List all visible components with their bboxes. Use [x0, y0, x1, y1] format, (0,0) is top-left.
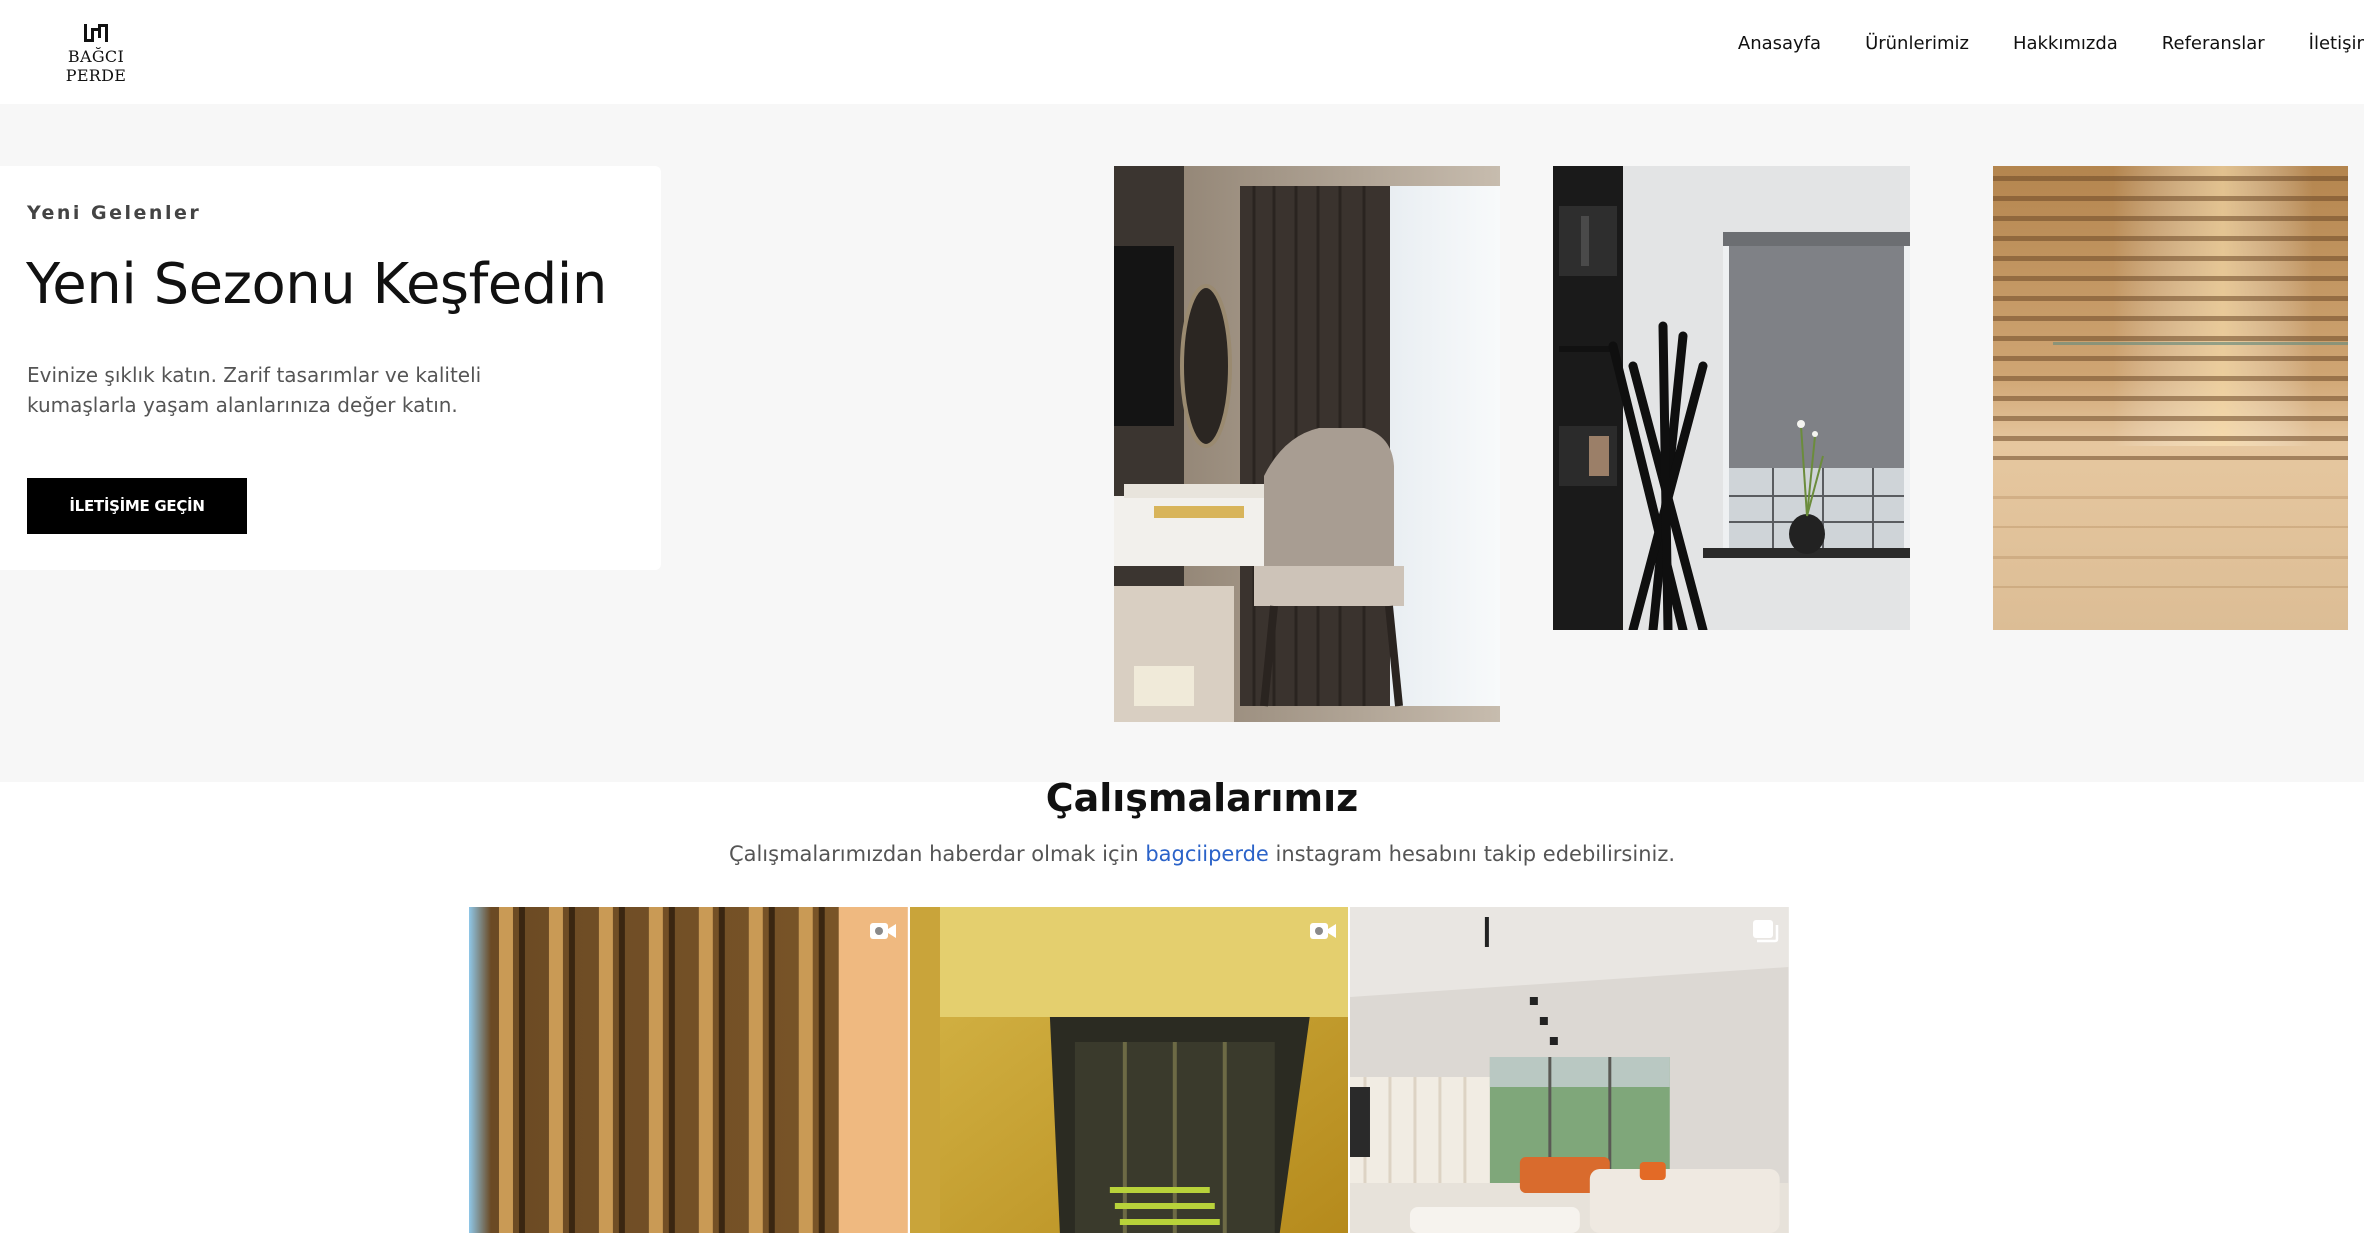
hero-eyebrow: Yeni Gelenler — [27, 202, 202, 224]
instagram-post-3[interactable] — [1350, 907, 1790, 1233]
site-header: BAĞCI PERDE Anasayfa Ürünlerimiz Hakkımı… — [0, 0, 2364, 104]
video-icon — [1310, 923, 1337, 939]
hero-image-roller-blind — [1553, 166, 1910, 630]
carousel-icon — [1753, 920, 1779, 943]
hero-description: Evinize şıklık katın. Zarif tasarımlar v… — [27, 363, 482, 417]
instagram-grid — [469, 907, 1790, 1233]
logo-text: BAĞCI PERDE — [65, 47, 127, 85]
logo-mark-icon — [84, 24, 108, 42]
contact-cta-button[interactable]: İLETİŞİME GEÇİN — [27, 478, 247, 534]
instagram-post-1[interactable] — [469, 907, 908, 1233]
nav-item-referanslar[interactable]: Referanslar — [2162, 33, 2265, 54]
nav-item-iletisim[interactable]: İletişim — [2309, 33, 2364, 54]
main-nav: Anasayfa Ürünlerimiz Hakkımızda Referans… — [1738, 31, 2364, 55]
hero-card: Yeni Gelenler Yeni Sezonu Keşfedin Evini… — [0, 166, 661, 570]
hero-title: Yeni Sezonu Keşfedin — [26, 252, 607, 317]
instagram-link[interactable]: bagciiperde — [1145, 842, 1269, 866]
nav-item-hakkimizda[interactable]: Hakkımızda — [2013, 33, 2118, 54]
hero-image-curtain-room — [1114, 166, 1500, 722]
works-subtitle: Çalışmalarımızdan haberdar olmak için ba… — [0, 842, 2364, 866]
hero-section: Yeni Gelenler Yeni Sezonu Keşfedin Evini… — [0, 104, 2364, 782]
nav-item-urunlerimiz[interactable]: Ürünlerimiz — [1865, 33, 1969, 54]
nav-item-anasayfa[interactable]: Anasayfa — [1738, 33, 1821, 54]
works-title: Çalışmalarımız — [1045, 776, 1359, 820]
hero-image-wooden-blind — [1993, 166, 2348, 630]
brand-logo[interactable]: BAĞCI PERDE — [38, 22, 154, 85]
video-icon — [869, 923, 896, 939]
works-subtitle-after: instagram hesabını takip edebilirsiniz. — [1268, 842, 1676, 866]
works-subtitle-before: Çalışmalarımızdan haberdar olmak için — [728, 842, 1146, 866]
instagram-post-2[interactable] — [909, 907, 1349, 1233]
